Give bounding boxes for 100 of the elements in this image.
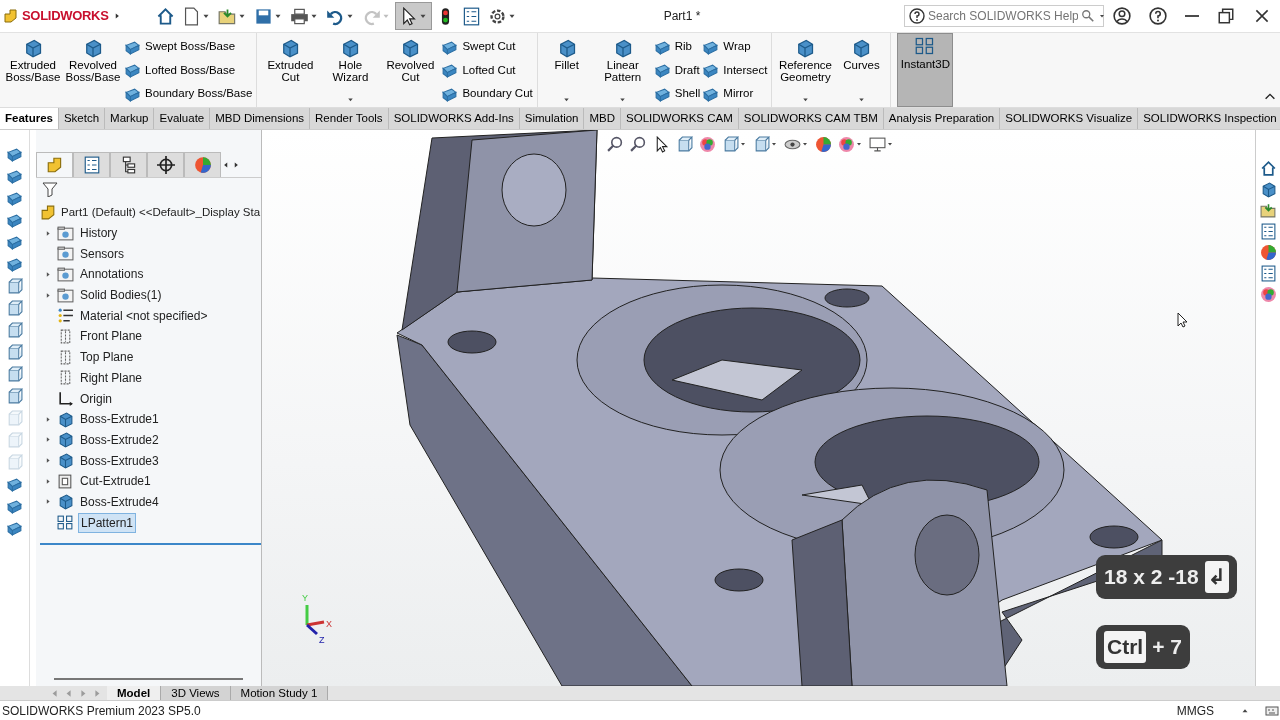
tree-item[interactable]: Sensors: [78, 244, 127, 263]
box-button[interactable]: [722, 135, 747, 153]
color-ball-icon[interactable]: [1259, 244, 1277, 261]
ribbon-button[interactable]: Lofted Cut: [441, 59, 533, 82]
palette-icon[interactable]: [1259, 286, 1277, 303]
tree-item[interactable]: LPattern1: [78, 512, 137, 533]
tree-item[interactable]: History: [78, 224, 120, 243]
select-button[interactable]: [395, 2, 432, 30]
ribbon-button[interactable]: Draft: [653, 59, 701, 82]
tab[interactable]: MBD Dimensions: [210, 108, 311, 129]
crosshair-icon: [156, 156, 175, 174]
instant3d-button[interactable]: Instant3D: [897, 33, 954, 107]
ribbon-button[interactable]: Extruded Boss/Base: [4, 36, 62, 107]
caret-icon: [856, 95, 866, 104]
ribbon-button[interactable]: Rib: [653, 36, 701, 58]
tab[interactable]: SOLIDWORKS CAM TBM: [738, 108, 884, 129]
tab[interactable]: Sketch: [58, 108, 106, 129]
cube-icon: [340, 38, 361, 58]
filter-icon[interactable]: [42, 181, 58, 197]
tool-icon[interactable]: [6, 190, 23, 207]
monitor-button[interactable]: [869, 135, 894, 153]
scrollbar[interactable]: [54, 678, 243, 680]
ribbon-button[interactable]: Swept Boss/Base: [124, 36, 253, 58]
list-icon[interactable]: [1259, 223, 1277, 240]
tree-item[interactable]: Top Plane: [78, 348, 136, 367]
ribbon-button[interactable]: Hole Wizard: [321, 36, 380, 107]
ribbon-button[interactable]: Shell: [653, 83, 701, 105]
tab[interactable]: SOLIDWORKS Add-Ins: [388, 108, 520, 129]
tree-item[interactable]: Boss-Extrude1: [78, 410, 161, 429]
caret-icon: [1098, 12, 1106, 20]
tool-icon[interactable]: [6, 212, 23, 229]
tab[interactable]: SOLIDWORKS CAM: [621, 108, 739, 129]
home-icon[interactable]: [1259, 160, 1277, 177]
cube-icon: [57, 493, 74, 511]
tree-item[interactable]: Annotations: [78, 265, 146, 284]
tool-icon[interactable]: [6, 498, 23, 515]
minimize-icon: [1185, 15, 1199, 17]
tree-root[interactable]: Part1 (Default) <<Default>_Display Sta: [61, 203, 261, 221]
tool-icon[interactable]: [6, 256, 23, 273]
ribbon-button[interactable]: Reference Geometry: [776, 36, 835, 107]
ribbon-button[interactable]: Swept Cut: [441, 36, 533, 58]
folder-icon[interactable]: [1259, 202, 1277, 219]
ribbon-button[interactable]: Mirror: [702, 83, 768, 105]
zoom-button[interactable]: [630, 135, 647, 153]
panel-tab[interactable]: [110, 152, 147, 177]
tab[interactable]: Motion Study 1: [230, 686, 329, 700]
tool-icon[interactable]: [6, 300, 23, 317]
ribbon-button[interactable]: Curves: [836, 36, 887, 107]
color-ball-button[interactable]: [815, 135, 832, 153]
tree-item[interactable]: Cut-Extrude1: [78, 472, 153, 491]
ribbon-button[interactable]: Linear Pattern: [593, 36, 652, 107]
tab[interactable]: Analysis Preparation: [883, 108, 1001, 129]
tree-item[interactable]: Front Plane: [78, 327, 145, 346]
ribbon-button[interactable]: Intersect: [702, 59, 768, 82]
list-icon[interactable]: [1259, 265, 1277, 282]
ribbon-button[interactable]: Wrap: [702, 36, 768, 58]
tree-item[interactable]: Boss-Extrude3: [78, 451, 161, 470]
ribbon-button[interactable]: Lofted Boss/Base: [124, 59, 253, 82]
tool-icon[interactable]: [6, 234, 23, 251]
ribbon-button[interactable]: Revolved Boss/Base: [64, 36, 122, 107]
tool-icon[interactable]: [6, 146, 23, 163]
tree-item[interactable]: Right Plane: [78, 368, 145, 387]
ribbon-button[interactable]: Extruded Cut: [261, 36, 320, 107]
tab[interactable]: Render Tools: [310, 108, 389, 129]
tab[interactable]: SOLIDWORKS Inspection: [1138, 108, 1280, 129]
zoom-button[interactable]: [607, 135, 624, 153]
tool-icon[interactable]: [6, 322, 23, 339]
ribbon-button[interactable]: Boundary Boss/Base: [124, 83, 253, 105]
tab[interactable]: 3D Views: [161, 686, 231, 700]
status-text: SOLIDWORKS Premium 2023 SP5.0: [2, 702, 201, 720]
tab[interactable]: SOLIDWORKS Visualize: [1000, 108, 1139, 129]
box-button[interactable]: [753, 135, 778, 153]
tab[interactable]: MBD: [584, 108, 622, 129]
tree-item[interactable]: Origin: [78, 389, 114, 408]
tree-item[interactable]: Solid Bodies(1): [78, 286, 164, 305]
tool-icon[interactable]: [6, 476, 23, 493]
tree-item[interactable]: Boss-Extrude2: [78, 430, 161, 449]
page-icon: [182, 6, 201, 26]
tool-icon[interactable]: [6, 520, 23, 537]
ribbon-button[interactable]: Fillet: [541, 36, 592, 107]
tool-icon[interactable]: [6, 366, 23, 383]
tool-icon[interactable]: [6, 344, 23, 361]
tool-icon[interactable]: [6, 168, 23, 185]
palette-button[interactable]: [838, 135, 863, 153]
tab[interactable]: Markup: [105, 108, 155, 129]
tab[interactable]: Evaluate: [154, 108, 211, 129]
ribbon-button[interactable]: Boundary Cut: [441, 83, 533, 105]
tab[interactable]: Simulation: [519, 108, 585, 129]
panel-tab[interactable]: [147, 152, 184, 177]
tool-icon[interactable]: [6, 278, 23, 295]
keystroke-text: + 7: [1152, 634, 1182, 660]
search-field[interactable]: Search SOLIDWORKS Help: [904, 5, 1104, 27]
palette-button[interactable]: [699, 135, 716, 153]
tree-item[interactable]: Material <not specified>: [78, 306, 210, 325]
units-label[interactable]: MMGS: [1176, 701, 1214, 720]
ribbon-button[interactable]: Revolved Cut: [381, 36, 440, 107]
tree-item[interactable]: Boss-Extrude4: [78, 492, 161, 511]
tab[interactable]: Model: [107, 686, 162, 700]
tool-icon[interactable]: [6, 388, 23, 405]
box-button[interactable]: [676, 135, 693, 153]
